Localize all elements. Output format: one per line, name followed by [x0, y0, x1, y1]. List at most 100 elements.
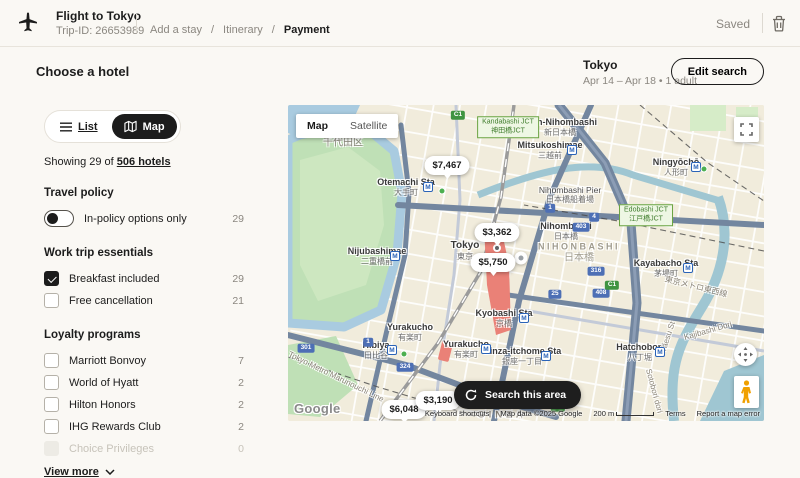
filter-row-marriott-bonvoy[interactable]: Marriott Bonvoy7: [44, 351, 244, 370]
filter-section: Travel policy In-policy options only29: [44, 187, 244, 228]
breadcrumb-item-payment[interactable]: Payment: [284, 24, 330, 36]
map-label-text: Kajibashi Dori: [683, 320, 733, 343]
map-view-button[interactable]: Map: [112, 114, 177, 139]
trash-icon[interactable]: [770, 14, 788, 33]
toggle-knob: [47, 213, 58, 224]
map-label-text: Yurakucho: [387, 322, 433, 333]
results-summary: Showing 29 of 506 hotels: [44, 156, 244, 168]
view-toggle: List Map: [44, 110, 181, 143]
divider: [762, 13, 763, 33]
map-scale: 200 m: [593, 409, 654, 418]
keyboard-shortcuts-link[interactable]: Keyboard shortcuts: [425, 409, 490, 418]
filter-section-title: Loyalty programs: [44, 329, 244, 341]
tree-icon: [701, 166, 708, 173]
filter-count: 7: [238, 355, 244, 367]
metro-station-icon: M: [390, 251, 400, 261]
filter-row-world-of-hyatt[interactable]: World of Hyatt2: [44, 373, 244, 392]
filter-section-title: Travel policy: [44, 187, 244, 199]
road-shield: 25: [548, 290, 561, 299]
page-title: Choose a hotel: [36, 64, 129, 79]
list-view-button[interactable]: List: [48, 115, 110, 139]
filter-count: 2: [238, 421, 244, 433]
view-more-label: View more: [44, 466, 99, 478]
checkbox[interactable]: [44, 375, 59, 390]
map-label-text: Sotobori dori: [643, 368, 664, 414]
map-label: Sotobori dori: [643, 368, 664, 414]
pegman-button[interactable]: [734, 376, 759, 408]
breadcrumb-item-add-a-stay[interactable]: Add a stay: [150, 24, 202, 36]
policy-toggle[interactable]: [44, 210, 74, 227]
results-count-link[interactable]: 506 hotels: [117, 156, 171, 168]
fullscreen-button[interactable]: [734, 117, 759, 142]
road-shield: C1: [451, 111, 465, 120]
filter-sections: Travel policy In-policy options only29 Wor…: [44, 187, 244, 458]
filter-label: In-policy options only: [84, 213, 232, 225]
map-type-map-button[interactable]: Map: [296, 114, 339, 138]
hotel-price-pin[interactable]: $7,467: [424, 156, 469, 175]
junction-name-jp: 江戸橋JCT: [624, 215, 668, 224]
hotel-price-pin[interactable]: $5,750: [470, 253, 515, 272]
junction-label: Kandabashi JCT神田橋JCT: [477, 116, 539, 138]
map-label-text: 東京メトロ東西線: [664, 275, 728, 300]
search-this-area-button[interactable]: Search this area: [454, 381, 581, 409]
filter-row-ihg-rewards-club[interactable]: IHG Rewards Club2: [44, 417, 244, 436]
map-label: Kajibashi Dori: [683, 320, 733, 343]
map-label: 東京メトロ東西線: [664, 275, 728, 300]
road-shield: 301: [298, 344, 315, 353]
search-this-area-label: Search this area: [485, 389, 566, 401]
trip-title: Flight to Tokyo: [56, 9, 141, 23]
map-label-sub: 日比谷: [362, 351, 389, 361]
filter-section: Loyalty programs Marriott Bonvoy7 World of…: [44, 329, 244, 458]
pan-control-button[interactable]: [734, 343, 757, 366]
results-prefix: Showing 29 of: [44, 156, 117, 168]
checkbox[interactable]: [44, 419, 59, 434]
view-more-button[interactable]: View more: [44, 466, 244, 478]
top-bar: Flight to Tokyo Trip-ID: 26653989 Add a …: [0, 0, 800, 47]
saved-status: Saved: [716, 17, 750, 31]
metro-station-icon: M: [683, 263, 693, 273]
junction-name: Edobashi JCT: [624, 206, 668, 215]
map-label-text: Nihombashi Pier: [539, 185, 601, 195]
trip-id: Trip-ID: 26653989: [56, 25, 144, 37]
road-shield: 324: [397, 363, 414, 372]
google-logo[interactable]: Google: [294, 401, 341, 416]
checkbox[interactable]: [44, 271, 59, 286]
filter-label: Free cancellation: [69, 295, 232, 307]
hotel-price-pin[interactable]: $3,362: [474, 223, 519, 242]
filter-row-breakfast-included[interactable]: Breakfast included29: [44, 269, 244, 288]
metro-station-icon: M: [567, 145, 577, 155]
airplane-logo-icon[interactable]: [16, 11, 40, 35]
breadcrumb-item-itinerary[interactable]: Itinerary: [223, 24, 263, 36]
terms-link[interactable]: Terms: [665, 409, 685, 418]
junction-name: Kandabashi JCT: [482, 118, 534, 127]
breadcrumb: Add a stay/Itinerary/Payment: [150, 24, 330, 36]
checkbox[interactable]: [44, 293, 59, 308]
fullscreen-icon: [740, 123, 753, 136]
filter-row-hilton-honors[interactable]: Hilton Honors2: [44, 395, 244, 414]
breadcrumb-separator: /: [211, 24, 214, 36]
pan-arrows-icon: [738, 347, 753, 362]
filter-count: 2: [238, 399, 244, 411]
map-label-sub: 有楽町: [387, 333, 433, 343]
filter-row-free-cancellation[interactable]: Free cancellation21: [44, 291, 244, 310]
map-attribution: Keyboard shortcuts Map data ©2025 Google…: [425, 409, 760, 418]
road-shield: 316: [588, 267, 605, 276]
metro-station-icon: M: [691, 162, 701, 172]
map-panel[interactable]: Chiyoda City千代田区Shin-Nihombashi新日本橋Mitsu…: [288, 105, 764, 421]
checkbox[interactable]: [44, 353, 59, 368]
checkbox[interactable]: [44, 397, 59, 412]
tree-icon: [401, 351, 408, 358]
filter-row-in-policy-options-only[interactable]: In-policy options only29: [44, 209, 244, 228]
map-label-sub: 千代田区: [306, 138, 379, 150]
metro-station-icon: M: [423, 182, 433, 192]
edit-search-button[interactable]: Edit search: [671, 58, 764, 85]
metro-station-icon: M: [387, 345, 397, 355]
road-shield: 1: [363, 338, 373, 347]
report-map-error-link[interactable]: Report a map error: [697, 409, 760, 418]
hotel-marker[interactable]: [515, 252, 528, 265]
map-type-satellite-button[interactable]: Satellite: [339, 114, 398, 138]
map-label-text: NIHONBASHI: [538, 242, 620, 253]
metro-station-icon: M: [519, 313, 529, 323]
refresh-icon: [465, 389, 477, 401]
map-label-sub: 日本橋: [538, 252, 620, 264]
